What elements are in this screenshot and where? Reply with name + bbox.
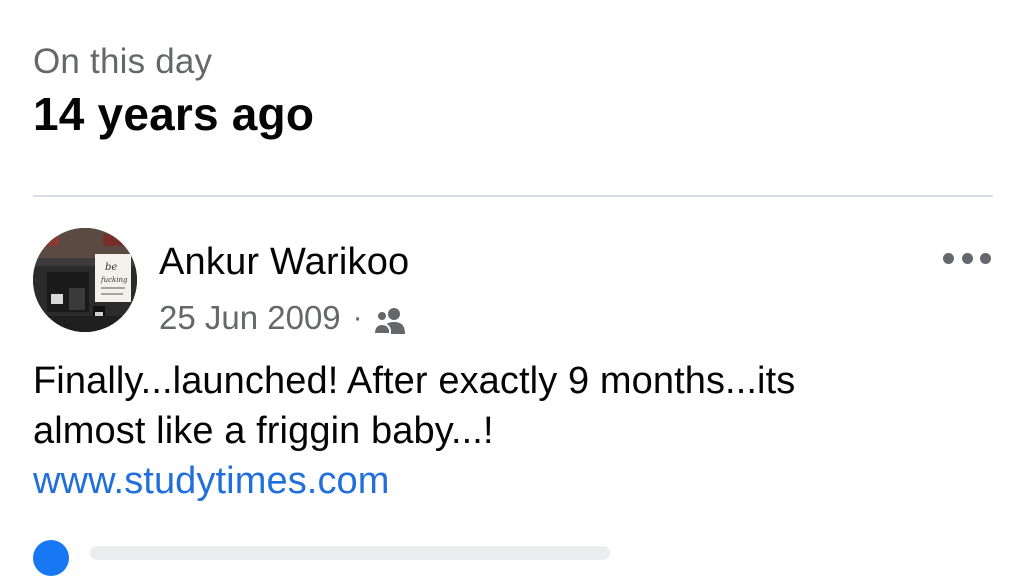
avatar-image: be fucking xyxy=(33,228,137,332)
post-text: Finally...launched! After exactly 9 mont… xyxy=(33,356,993,506)
author-avatar[interactable]: be fucking xyxy=(33,228,137,332)
svg-text:be: be xyxy=(105,262,117,273)
post-link[interactable]: www.studytimes.com xyxy=(33,456,993,506)
post-text-line: Finally...launched! After exactly 9 mont… xyxy=(33,360,796,402)
cropped-row xyxy=(90,546,610,560)
memory-header: On this day 14 years ago xyxy=(33,40,314,142)
reaction-icon xyxy=(33,540,69,576)
post-meta: 25 Jun 2009 · xyxy=(159,298,407,338)
memory-title: 14 years ago xyxy=(33,88,315,140)
more-dot-icon xyxy=(980,252,991,264)
more-options-button[interactable] xyxy=(943,248,991,268)
meta-separator: · xyxy=(352,301,363,334)
author-name[interactable]: Ankur Warikoo xyxy=(159,240,409,284)
post-date[interactable]: 25 Jun 2009 xyxy=(159,298,341,338)
friends-icon xyxy=(372,304,407,335)
more-dot-icon xyxy=(943,252,954,264)
post-text-line: almost like a friggin baby...! xyxy=(33,410,494,452)
svg-text:fucking: fucking xyxy=(100,276,128,284)
more-dot-icon xyxy=(961,252,973,264)
memory-subtitle: On this day xyxy=(33,42,213,81)
divider xyxy=(33,195,993,197)
